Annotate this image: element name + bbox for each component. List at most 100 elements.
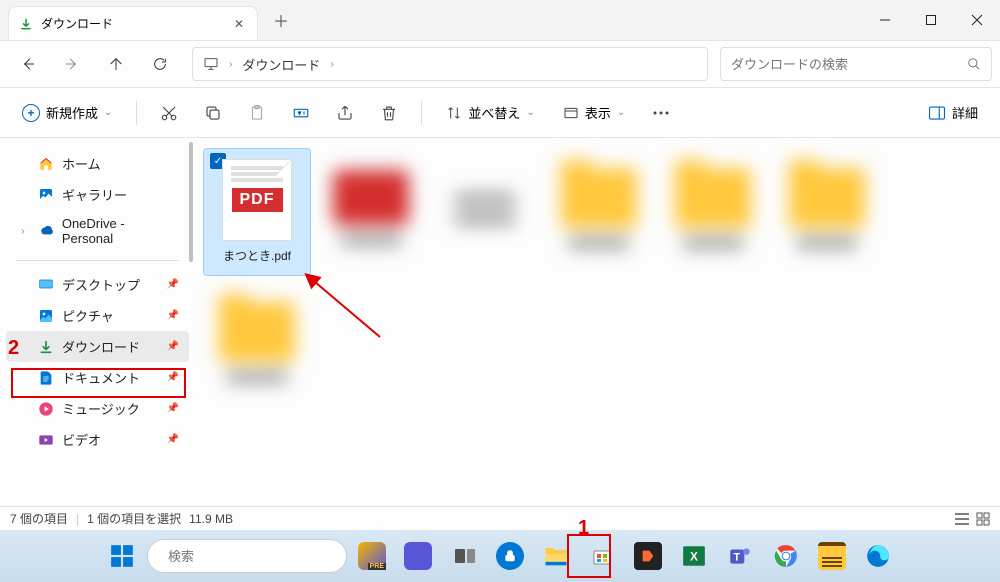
gallery-icon bbox=[38, 187, 54, 203]
svg-text:T: T bbox=[733, 551, 740, 563]
sidebar-item-gallery[interactable]: ギャラリー bbox=[6, 179, 189, 210]
sidebar-label: OneDrive - Personal bbox=[62, 216, 179, 246]
taskbar-app[interactable]: PRE bbox=[351, 535, 393, 577]
search-icon[interactable] bbox=[967, 57, 981, 71]
address-path[interactable]: › ダウンロード › bbox=[192, 47, 708, 81]
taskbar-app[interactable] bbox=[627, 535, 669, 577]
up-button[interactable] bbox=[96, 46, 136, 82]
file-item[interactable] bbox=[431, 148, 539, 276]
taskbar-app-chrome[interactable] bbox=[765, 535, 807, 577]
taskbar-app[interactable] bbox=[489, 535, 531, 577]
sort-button[interactable]: 並べ替え ⌄ bbox=[436, 97, 544, 128]
file-item-pdf[interactable]: ✓ PDF まつとき.pdf bbox=[203, 148, 311, 276]
documents-icon bbox=[38, 370, 54, 386]
sidebar: ホーム ギャラリー › OneDrive - Personal デスクトップ 📌 bbox=[0, 138, 195, 506]
addressbar: › ダウンロード › bbox=[0, 40, 1000, 88]
sidebar-label: ビデオ bbox=[62, 430, 101, 449]
sidebar-item-pictures[interactable]: ピクチャ 📌 bbox=[6, 300, 189, 331]
more-button[interactable] bbox=[643, 95, 679, 131]
refresh-button[interactable] bbox=[140, 46, 180, 82]
taskbar-app[interactable] bbox=[811, 535, 853, 577]
sidebar-label: ダウンロード bbox=[62, 337, 140, 356]
taskbar-app-edge[interactable] bbox=[857, 535, 899, 577]
chevron-right-icon[interactable]: › bbox=[16, 226, 30, 237]
music-icon bbox=[38, 401, 54, 417]
pin-icon[interactable]: 📌 bbox=[167, 403, 179, 414]
taskbar: PRE X T bbox=[0, 530, 1000, 582]
taskbar-search[interactable] bbox=[147, 539, 347, 573]
file-item[interactable] bbox=[659, 148, 767, 276]
file-item[interactable] bbox=[773, 148, 881, 276]
pdf-file-icon: PDF bbox=[222, 159, 292, 241]
monitor-icon bbox=[203, 56, 219, 72]
search-input[interactable] bbox=[731, 57, 967, 72]
details-icon bbox=[928, 105, 946, 121]
chevron-icon: › bbox=[229, 59, 232, 70]
divider bbox=[136, 101, 137, 125]
back-button[interactable] bbox=[8, 46, 48, 82]
pin-icon[interactable]: 📌 bbox=[167, 372, 179, 383]
file-list[interactable]: ✓ PDF まつとき.pdf bbox=[195, 138, 1000, 506]
share-button[interactable] bbox=[327, 95, 363, 131]
tab-downloads[interactable]: ダウンロード ✕ bbox=[8, 6, 258, 40]
delete-button[interactable] bbox=[371, 95, 407, 131]
pin-icon[interactable]: 📌 bbox=[167, 310, 179, 321]
grid-view-icon[interactable] bbox=[976, 512, 990, 526]
new-button[interactable]: + 新規作成 ⌄ bbox=[12, 97, 122, 128]
sidebar-label: ギャラリー bbox=[62, 185, 127, 204]
annotation-number: 1 bbox=[578, 517, 589, 540]
plus-icon: + bbox=[22, 104, 40, 122]
start-button[interactable] bbox=[101, 535, 143, 577]
sidebar-item-documents[interactable]: ドキュメント 📌 bbox=[6, 362, 189, 393]
minimize-button[interactable] bbox=[862, 4, 908, 36]
titlebar: ダウンロード ✕ ＋ bbox=[0, 0, 1000, 40]
sidebar-item-downloads[interactable]: ダウンロード 📌 bbox=[6, 331, 189, 362]
sidebar-label: ピクチャ bbox=[62, 306, 114, 325]
cut-button[interactable] bbox=[151, 95, 187, 131]
toolbar: + 新規作成 ⌄ 並べ替え ⌄ 表示 ⌄ 詳細 bbox=[0, 88, 1000, 138]
pictures-icon bbox=[38, 308, 54, 324]
file-item[interactable] bbox=[317, 148, 425, 276]
taskbar-search-input[interactable] bbox=[168, 549, 344, 564]
sidebar-item-onedrive[interactable]: › OneDrive - Personal bbox=[6, 210, 189, 252]
pin-icon[interactable]: 📌 bbox=[167, 341, 179, 352]
pin-icon[interactable]: 📌 bbox=[167, 279, 179, 290]
sidebar-item-home[interactable]: ホーム bbox=[6, 148, 189, 179]
chevron-down-icon: ⌄ bbox=[617, 107, 625, 118]
file-name: まつとき.pdf bbox=[223, 247, 291, 264]
view-label: 表示 bbox=[585, 103, 611, 122]
file-item[interactable] bbox=[545, 148, 653, 276]
taskbar-app[interactable] bbox=[397, 535, 439, 577]
status-item-count: 7 個の項目 bbox=[10, 510, 68, 527]
scrollbar[interactable] bbox=[189, 142, 193, 262]
list-view-icon[interactable] bbox=[954, 512, 970, 526]
sidebar-item-videos[interactable]: ビデオ 📌 bbox=[6, 424, 189, 455]
tab-title: ダウンロード bbox=[41, 15, 231, 32]
forward-button[interactable] bbox=[52, 46, 92, 82]
rename-button[interactable] bbox=[283, 95, 319, 131]
details-pane-button[interactable]: 詳細 bbox=[918, 97, 988, 128]
taskbar-app-explorer[interactable] bbox=[535, 535, 577, 577]
close-button[interactable] bbox=[954, 4, 1000, 36]
sidebar-item-music[interactable]: ミュージック 📌 bbox=[6, 393, 189, 424]
divider bbox=[421, 101, 422, 125]
pin-icon[interactable]: 📌 bbox=[167, 434, 179, 445]
view-button[interactable]: 表示 ⌄ bbox=[553, 97, 635, 128]
taskbar-app-excel[interactable]: X bbox=[673, 535, 715, 577]
sidebar-item-desktop[interactable]: デスクトップ 📌 bbox=[6, 269, 189, 300]
paste-button[interactable] bbox=[239, 95, 275, 131]
annotation-number: 2 bbox=[8, 337, 19, 360]
file-item[interactable] bbox=[203, 282, 311, 410]
search-box[interactable] bbox=[720, 47, 992, 81]
statusbar: 7 個の項目 | 1 個の項目を選択 11.9 MB bbox=[0, 506, 1000, 530]
taskbar-app-taskview[interactable] bbox=[443, 535, 485, 577]
videos-icon bbox=[38, 432, 54, 448]
taskbar-app-store[interactable] bbox=[581, 535, 623, 577]
copy-button[interactable] bbox=[195, 95, 231, 131]
path-segment[interactable]: ダウンロード bbox=[242, 55, 320, 74]
sidebar-label: ドキュメント bbox=[62, 368, 140, 387]
close-icon[interactable]: ✕ bbox=[231, 16, 247, 32]
new-tab-button[interactable]: ＋ bbox=[266, 5, 296, 35]
taskbar-app-teams[interactable]: T bbox=[719, 535, 761, 577]
maximize-button[interactable] bbox=[908, 4, 954, 36]
